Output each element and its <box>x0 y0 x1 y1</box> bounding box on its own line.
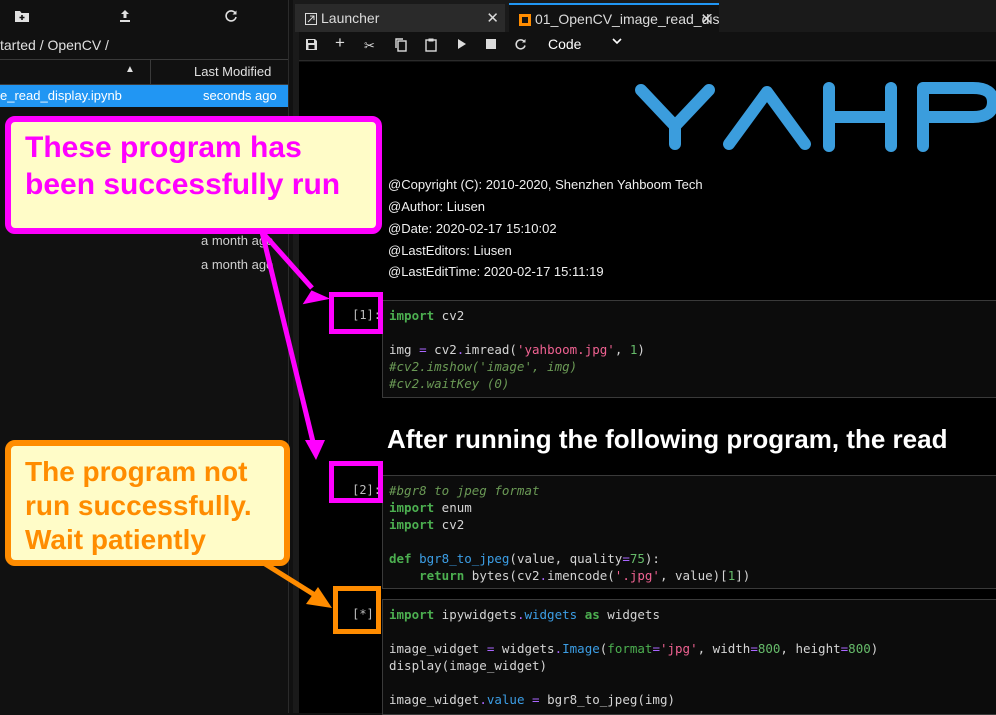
callout-line: Wait patiently <box>25 524 206 555</box>
callout-line: run successfully. <box>25 490 252 521</box>
callout-line: The program not <box>25 456 248 487</box>
callout-line: These program has <box>25 131 302 164</box>
annotation-arrows <box>259 230 332 608</box>
annotation-callout-success: These program has been successfully run <box>5 116 382 234</box>
annotation-callout-pending: The program not run successfully. Wait p… <box>5 440 290 566</box>
callout-line: been successfully run <box>25 168 341 201</box>
